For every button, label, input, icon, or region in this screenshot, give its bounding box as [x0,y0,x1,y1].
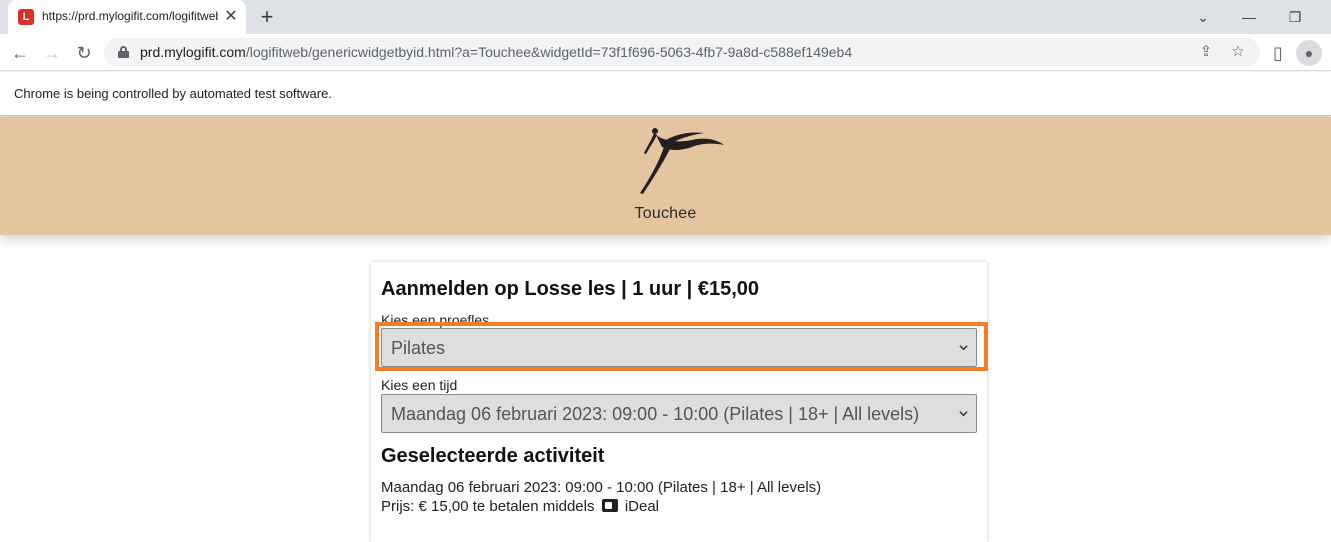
dancer-logo-icon [640,128,724,194]
url-host: prd.mylogifit.com [140,44,246,60]
tab-close-icon[interactable]: ✕ [222,8,240,26]
automation-infobar: Chrome is being controlled by automated … [0,72,1331,116]
side-panel-icon[interactable]: ▯ [1265,40,1291,66]
browser-tab[interactable]: L https://prd.mylogifit.com/logifitweb ✕ [8,0,246,34]
page-header: Touchee [0,117,1331,235]
chevron-down-icon [959,411,968,417]
share-icon[interactable]: ⇪ [1194,40,1218,64]
selected-activity-text: Maandag 06 februari 2023: 09:00 - 10:00 … [381,479,822,496]
lock-icon[interactable] [118,46,129,58]
lesson-select[interactable]: Pilates [381,328,977,367]
profile-avatar-icon[interactable]: ● [1296,40,1322,66]
selected-activity-title: Geselecteerde activiteit [381,445,605,467]
signup-title: Aanmelden op Losse les | 1 uur | €15,00 [381,278,759,300]
forward-button[interactable]: → [39,40,65,66]
lesson-label: Kies een proefles [381,312,490,328]
bookmark-star-icon[interactable]: ☆ [1226,40,1250,64]
address-bar[interactable]: prd.mylogifit.com/logifitweb/genericwidg… [104,38,1260,67]
chevron-down-icon [959,345,968,351]
time-select-value: Maandag 06 februari 2023: 09:00 - 10:00 … [391,404,920,424]
brand-name: Touchee [634,205,697,222]
ideal-icon [601,499,618,512]
tab-title: https://prd.mylogifit.com/logifitweb [42,9,218,23]
back-button[interactable]: ← [7,40,33,66]
signup-card: Aanmelden op Losse les | 1 uur | €15,00 … [371,262,988,542]
site-favicon-icon: L [18,9,34,25]
new-tab-button[interactable]: + [255,5,279,29]
minimize-window-button[interactable]: — [1236,4,1262,30]
url-path: /logifitweb/genericwidgetbyid.html?a=Tou… [245,44,853,60]
infobar-message: Chrome is being controlled by automated … [14,86,332,101]
browser-tab-strip: L https://prd.mylogifit.com/logifitweb ✕… [0,0,1331,34]
price-text: Prijs: € 15,00 te betalen middels [381,498,595,515]
browser-toolbar: ← → ↻ prd.mylogifit.com/logifitweb/gener… [0,34,1331,71]
payment-method: iDeal [624,498,659,515]
reload-button[interactable]: ↻ [71,40,97,66]
lesson-select-value: Pilates [391,338,446,358]
tab-search-icon[interactable]: ⌄ [1190,4,1216,30]
url-text[interactable]: prd.mylogifit.com/logifitweb/genericwidg… [140,44,852,60]
time-select[interactable]: Maandag 06 februari 2023: 09:00 - 10:00 … [381,394,977,433]
time-label: Kies een tijd [381,377,458,393]
restore-window-button[interactable]: ❐ [1282,4,1308,30]
price-line: Prijs: € 15,00 te betalen middels iDeal [381,498,659,515]
